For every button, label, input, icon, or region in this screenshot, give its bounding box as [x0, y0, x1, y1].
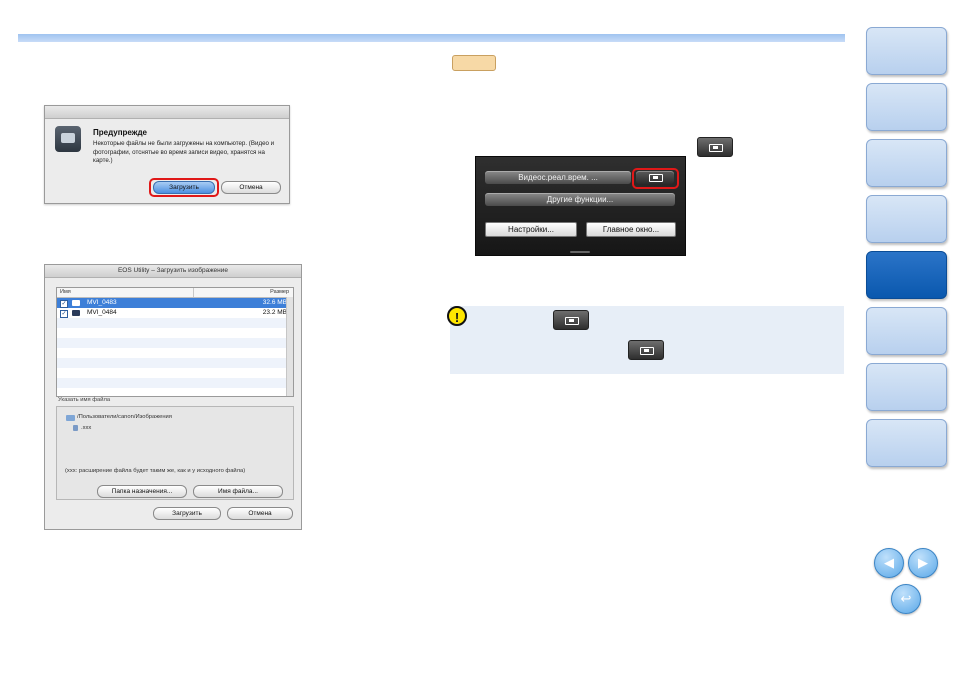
file-name: MVI_0483 [87, 299, 117, 306]
file-checkbox[interactable]: ✓ [60, 310, 68, 318]
previous-page-icon[interactable]: ◀ [874, 548, 904, 578]
column-name[interactable]: Имя [60, 288, 71, 297]
movie-icon [72, 310, 80, 316]
empty-row [57, 378, 293, 388]
file-row[interactable]: ✓ MVI_0483 32.6 MB [57, 298, 293, 308]
list-header: Имя Размер [57, 288, 293, 298]
next-page-icon[interactable]: ▶ [908, 548, 938, 578]
movie-button-icon [697, 137, 733, 157]
nav-tab-1[interactable] [866, 27, 947, 75]
caution-icon: ! [447, 306, 467, 326]
file-name-button[interactable]: Имя файла... [193, 485, 283, 498]
nav-tab-7[interactable] [866, 363, 947, 411]
movie-button-icon [628, 340, 664, 360]
warning-dialog: Предупрежде Некоторые файлы не были загр… [44, 105, 290, 204]
nav-tab-4[interactable] [866, 195, 947, 243]
panel-grip[interactable] [570, 251, 590, 253]
movie-icon [72, 300, 80, 306]
empty-row [57, 358, 293, 368]
cancel-button[interactable]: Отмена [227, 507, 293, 520]
folder-icon [66, 415, 75, 421]
nav-tab-3[interactable] [866, 139, 947, 187]
download-button[interactable]: Загрузить [153, 507, 221, 520]
camera-control-panel: Видеос.реал.врем. ... Другие функции... … [475, 156, 686, 256]
empty-row [57, 318, 293, 328]
nav-tab-6[interactable] [866, 307, 947, 355]
nav-tab-5-active[interactable] [866, 251, 947, 299]
other-functions-dropdown[interactable]: Другие функции... [485, 193, 675, 206]
column-divider [193, 288, 194, 297]
window-title: EOS Utility – Загрузить изображение [45, 265, 301, 278]
highlight-ring [632, 168, 679, 189]
live-view-button[interactable]: Видеос.реал.врем. ... [485, 171, 631, 184]
empty-row [57, 348, 293, 358]
movie-button-icon [553, 310, 589, 330]
return-icon[interactable]: ↩ [891, 584, 921, 614]
destination-path: /Пользователи/canon/Изображения [77, 414, 172, 420]
empty-row [57, 328, 293, 338]
settings-button[interactable]: Настройки... [485, 222, 577, 237]
download-dialog: EOS Utility – Загрузить изображение Имя … [44, 264, 302, 530]
dialog-message: Некоторые файлы не были загружены на ком… [93, 140, 275, 164]
file-name: MVI_0484 [87, 309, 117, 316]
file-checkbox[interactable]: ✓ [60, 300, 68, 308]
filename-box: /Пользователи/canon/Изображения .xxx (xx… [56, 406, 294, 500]
cancel-button[interactable]: Отмена [221, 181, 281, 194]
column-size[interactable]: Размер [270, 288, 289, 297]
nav-tab-2[interactable] [866, 83, 947, 131]
dialog-titlebar [45, 106, 289, 119]
destination-folder-button[interactable]: Папка назначения... [97, 485, 187, 498]
video-icon [640, 347, 654, 355]
dialog-title: Предупрежде [93, 128, 147, 137]
list-scrollbar[interactable] [286, 297, 293, 396]
main-window-button[interactable]: Главное окно... [586, 222, 676, 237]
download-button[interactable]: Загрузить [153, 181, 215, 194]
section-tag [452, 55, 496, 71]
file-size: 23.2 MB [262, 309, 287, 316]
nav-tab-8[interactable] [866, 419, 947, 467]
extension-note: (xxx: расширение файла будет таким же, к… [65, 468, 246, 474]
empty-row [57, 338, 293, 348]
eos-utility-icon [55, 126, 81, 152]
video-icon [565, 317, 579, 325]
video-icon [709, 144, 723, 152]
header-bar [18, 34, 845, 42]
file-icon [73, 425, 78, 431]
file-extension: .xxx [81, 425, 92, 431]
file-size: 32.6 MB [262, 299, 287, 306]
empty-row [57, 368, 293, 378]
file-list[interactable]: Имя Размер ✓ MVI_0483 32.6 MB ✓ MVI_0484… [56, 287, 294, 397]
filename-section-label: Указать имя файла [58, 397, 111, 403]
file-row[interactable]: ✓ MVI_0484 23.2 MB [57, 308, 293, 318]
